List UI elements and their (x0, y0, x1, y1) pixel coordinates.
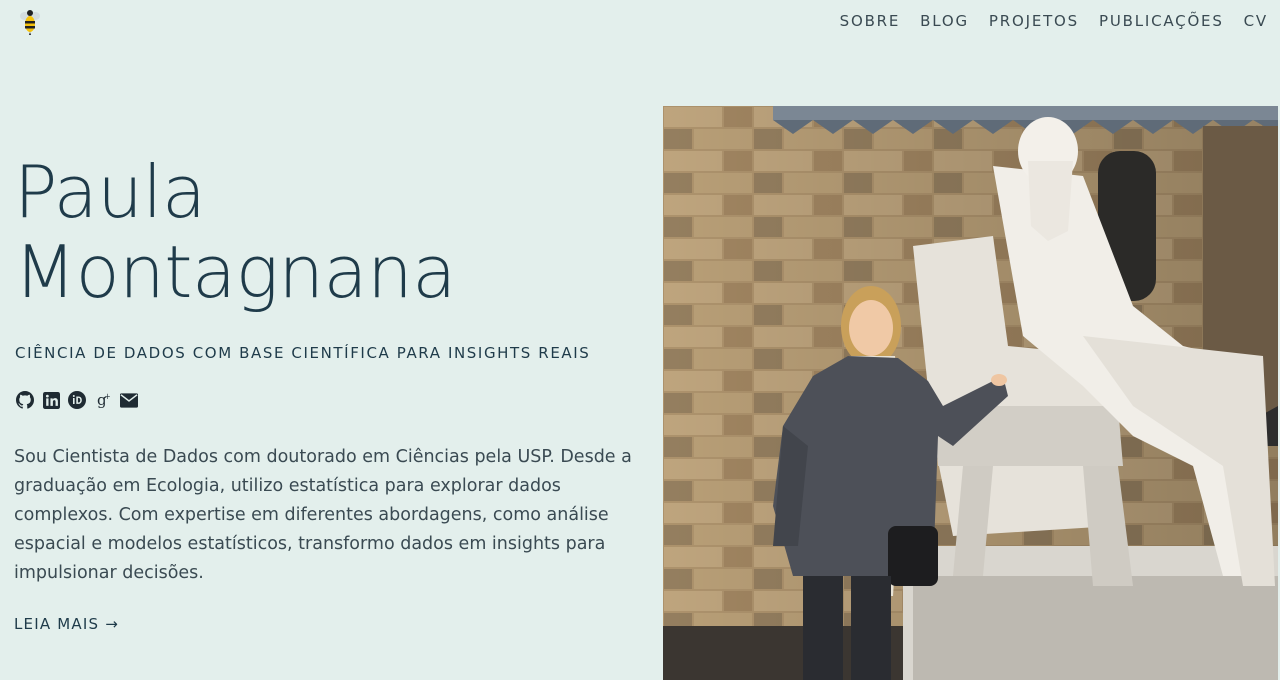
google-scholar-icon[interactable]: g + (94, 391, 112, 409)
nav-link-blog[interactable]: BLOG (920, 12, 969, 30)
nav-link-cv[interactable]: CV (1244, 12, 1268, 30)
nav-link-publicacoes[interactable]: PUBLICAÇÕES (1099, 12, 1224, 30)
svg-text:+: + (104, 392, 111, 401)
email-icon[interactable] (120, 391, 138, 409)
hero-name-first: Paula (14, 150, 206, 234)
github-icon[interactable] (16, 391, 34, 409)
hero-photo-illustration (663, 106, 1278, 680)
hero-name-last: Montagnana (14, 230, 456, 314)
hero-name: Paula Montagnana (14, 152, 634, 312)
nav-link-sobre[interactable]: SOBRE (840, 12, 901, 30)
hero-bio: Sou Cientista de Dados com doutorado em … (14, 447, 632, 583)
nav-link-projetos[interactable]: PROJETOS (989, 12, 1079, 30)
social-links: g + (16, 391, 138, 409)
main-nav: SOBRE BLOG PROJETOS PUBLICAÇÕES CV (840, 12, 1268, 30)
bee-logo-icon[interactable] (16, 6, 44, 36)
hero-photo (663, 106, 1278, 680)
hero-tagline: CIÊNCIA DE DADOS COM BASE CIENTÍFICA PAR… (15, 344, 591, 362)
top-bar: SOBRE BLOG PROJETOS PUBLICAÇÕES CV (0, 0, 1280, 44)
linkedin-icon[interactable] (42, 391, 60, 409)
orcid-icon[interactable] (68, 391, 86, 409)
read-more-link[interactable]: LEIA MAIS → (14, 615, 119, 633)
